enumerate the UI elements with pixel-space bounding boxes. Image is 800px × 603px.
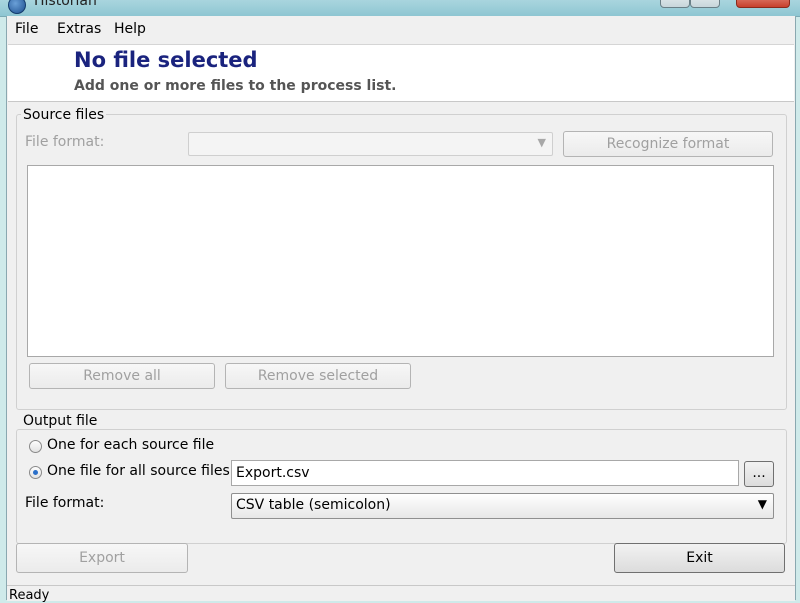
menu-help[interactable]: Help <box>110 21 150 37</box>
menu-file[interactable]: File <box>11 21 42 37</box>
main-window: File Extras Help No file selected Add on… <box>6 16 796 603</box>
radio-one-for-all[interactable] <box>29 466 42 479</box>
export-button[interactable]: Export <box>16 543 188 573</box>
output-filename-input[interactable]: Export.csv <box>231 460 739 486</box>
radio-one-for-each-label[interactable]: One for each source file <box>47 437 214 453</box>
remove-selected-button[interactable]: Remove selected <box>225 363 411 389</box>
radio-one-for-all-label[interactable]: One file for all source files: <box>47 463 235 479</box>
exit-button[interactable]: Exit <box>614 543 785 573</box>
output-filename-value: Export.csv <box>236 465 310 481</box>
recognize-format-button[interactable]: Recognize format <box>563 131 773 157</box>
browse-button[interactable]: ... <box>744 461 774 487</box>
source-format-label: File format: <box>25 134 105 150</box>
source-format-select[interactable]: ▼ <box>188 132 553 156</box>
remove-all-button[interactable]: Remove all <box>29 363 215 389</box>
source-files-legend: Source files <box>21 107 107 123</box>
app-icon <box>8 0 26 14</box>
close-button[interactable] <box>736 0 790 8</box>
output-file-legend: Output file <box>21 413 100 429</box>
menu-extras[interactable]: Extras <box>53 21 105 37</box>
minimize-button[interactable] <box>660 0 690 8</box>
status-text: Ready <box>9 588 50 603</box>
chevron-down-icon: ▼ <box>757 497 767 511</box>
chevron-down-icon: ▼ <box>537 136 546 149</box>
output-format-value: CSV table (semicolon) <box>236 497 391 513</box>
header-subtitle: Add one or more files to the process lis… <box>74 78 397 94</box>
maximize-button[interactable] <box>690 0 720 8</box>
status-bar: Ready <box>7 585 795 603</box>
output-format-select[interactable]: CSV table (semicolon) ▼ <box>231 493 774 519</box>
header-title: No file selected <box>74 48 258 72</box>
radio-one-for-each[interactable] <box>29 440 42 453</box>
title-bar: Historian <box>0 0 800 17</box>
source-file-list[interactable] <box>27 165 774 357</box>
window-title: Historian <box>34 0 97 9</box>
menu-bar: File Extras Help <box>7 16 795 44</box>
info-header: No file selected Add one or more files t… <box>8 44 794 102</box>
output-format-label: File format: <box>25 495 105 511</box>
